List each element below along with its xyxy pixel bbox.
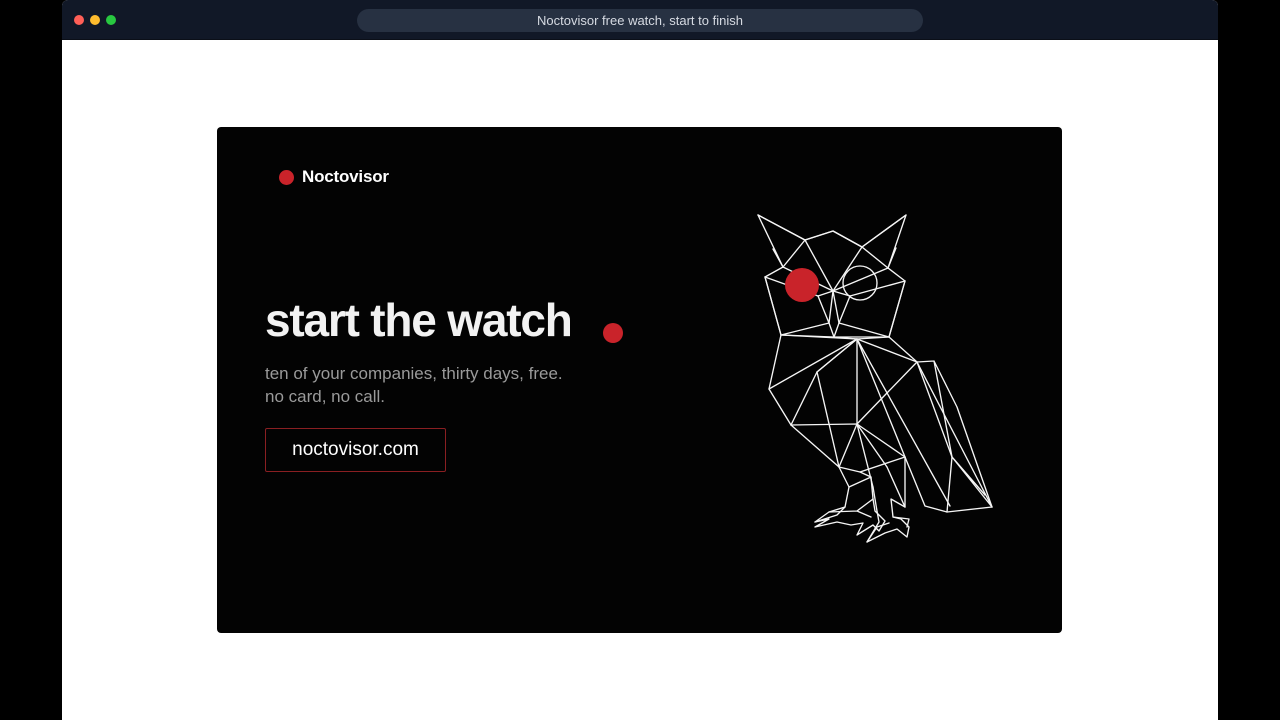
geometric-owl-icon [757, 214, 993, 543]
browser-window: Noctovisor free watch, start to finish N… [62, 0, 1218, 720]
minimize-window-button[interactable] [90, 15, 100, 25]
hero-banner: Noctovisor start the watch ten of your c… [217, 127, 1062, 633]
zoom-window-button[interactable] [106, 15, 116, 25]
address-bar[interactable]: Noctovisor free watch, start to finish [357, 9, 923, 32]
close-window-button[interactable] [74, 15, 84, 25]
browser-titlebar: Noctovisor free watch, start to finish [62, 0, 1218, 40]
